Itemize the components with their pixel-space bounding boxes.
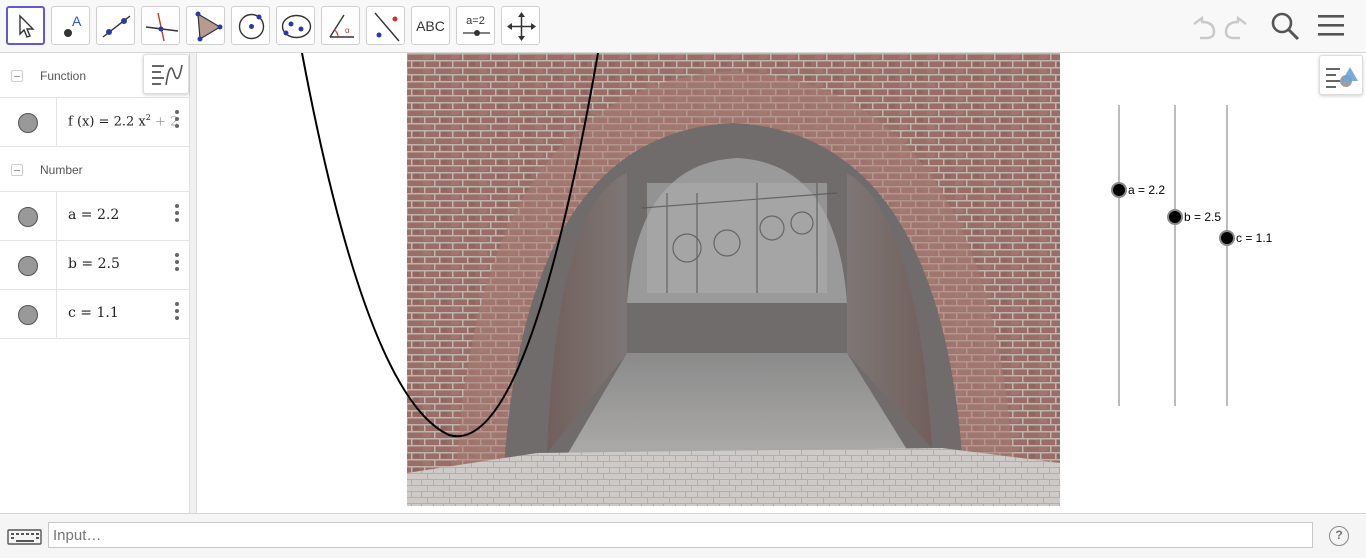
more-options-icon[interactable]: [174, 204, 180, 226]
algebra-view: Function f (x) = 2.2 x2 + 2.5 x Number a…: [0, 53, 190, 558]
text-tool-button[interactable]: ABC: [411, 6, 450, 45]
graph-style-icon: [152, 64, 183, 86]
cursor-arrow-icon: [19, 14, 35, 38]
visibility-toggle-f[interactable]: [0, 98, 57, 146]
text-icon: ABC: [416, 17, 445, 34]
move-tool-button[interactable]: [6, 6, 45, 45]
visibility-dot-icon: [18, 305, 38, 325]
visibility-toggle-b[interactable]: [0, 241, 57, 289]
category-function-label: Function: [40, 69, 87, 83]
move-view-icon: [507, 12, 536, 41]
visibility-dot-icon: [18, 207, 38, 227]
reflect-tool-button[interactable]: [366, 6, 405, 45]
keyboard-icon: [7, 529, 42, 545]
help-icon[interactable]: ?: [1329, 526, 1349, 546]
visibility-toggle-c[interactable]: [0, 290, 57, 338]
more-options-icon[interactable]: [174, 302, 180, 324]
polygon-icon: [195, 11, 223, 42]
number-c-expression[interactable]: c = 1.1: [68, 305, 178, 321]
visibility-dot-icon: [18, 256, 38, 276]
point-icon: A: [64, 13, 82, 37]
graphics-view[interactable]: a = 2.2 b = 2.5 c = 1.1: [197, 53, 1366, 513]
geogebra-app: A α ABC a=2 Function f (x) = 2.2 x2 + 2 …: [0, 0, 1366, 558]
style-bar-icon: [1326, 67, 1358, 88]
function-equals: =: [94, 114, 114, 130]
category-number-label: Number: [40, 163, 83, 177]
collapse-number-button[interactable]: [11, 164, 23, 176]
number-b-expression[interactable]: b = 2.5: [68, 256, 178, 272]
search-button[interactable]: [1267, 8, 1303, 44]
slider-b-handle[interactable]: [1167, 209, 1183, 225]
point-tool-letter: A: [72, 13, 82, 29]
redo-icon: [1224, 15, 1247, 40]
slider-c-handle[interactable]: [1219, 230, 1235, 246]
redo-button[interactable]: [1220, 8, 1256, 44]
algebra-row-function-f[interactable]: f (x) = 2.2 x2 + 2.5 x: [0, 98, 190, 147]
svg-text:α: α: [345, 26, 350, 35]
menu-icon: [1318, 15, 1344, 36]
input-bar: ?: [0, 513, 1366, 558]
perpendicular-line-icon: [145, 12, 179, 42]
ellipse-icon: [281, 14, 312, 39]
background-image-brick-archway: [407, 53, 1060, 506]
algebra-row-c[interactable]: c = 1.1: [0, 290, 190, 339]
keyboard-button[interactable]: [0, 522, 48, 550]
circle-icon: [238, 13, 265, 40]
visibility-toggle-a[interactable]: [0, 192, 57, 240]
algebra-input-field[interactable]: [48, 522, 1313, 548]
line-icon: [102, 15, 131, 38]
sliders-layer: a = 2.2 b = 2.5 c = 1.1: [1111, 105, 1273, 406]
search-icon: [1271, 12, 1300, 41]
point-tool-button[interactable]: A: [51, 6, 90, 45]
toolbar: A α ABC a=2: [0, 0, 1366, 53]
ellipse-tool-button[interactable]: [276, 6, 315, 45]
slider-tool-button[interactable]: a=2: [456, 6, 495, 45]
function-f-expression[interactable]: f (x) = 2.2 x2 + 2.5 x: [68, 113, 178, 129]
angle-icon: α: [329, 14, 354, 38]
slider-icon: [463, 30, 490, 36]
function-lhs: f (x): [68, 114, 95, 130]
move-graphics-view-tool-button[interactable]: [501, 6, 540, 45]
function-term1: 2.2 x: [113, 114, 146, 130]
slider-a-label: a = 2.2: [1128, 183, 1165, 197]
angle-tool-button[interactable]: α: [321, 6, 360, 45]
graphics-style-bar-button[interactable]: [1319, 55, 1363, 95]
perpendicular-line-tool-button[interactable]: [141, 6, 180, 45]
algebra-row-a[interactable]: a = 2.2: [0, 192, 190, 241]
slider-a-handle[interactable]: [1111, 182, 1127, 198]
polygon-tool-button[interactable]: [186, 6, 225, 45]
main-menu-button[interactable]: [1314, 8, 1350, 44]
more-options-icon[interactable]: [174, 253, 180, 275]
view-splitter[interactable]: [190, 53, 197, 513]
algebra-style-bar-button[interactable]: [143, 54, 189, 94]
undo-icon: [1193, 15, 1216, 40]
algebra-row-b[interactable]: b = 2.5: [0, 241, 190, 290]
more-options-icon[interactable]: [174, 110, 180, 132]
line-tool-button[interactable]: [96, 6, 135, 45]
number-a-expression[interactable]: a = 2.2: [68, 207, 178, 223]
visibility-dot-icon: [18, 113, 38, 133]
slider-c-label: c = 1.1: [1236, 231, 1273, 245]
undo-button[interactable]: [1184, 8, 1220, 44]
graphics-canvas: a = 2.2 b = 2.5 c = 1.1: [301, 53, 1273, 506]
reflect-icon: [374, 12, 400, 42]
category-number: Number: [0, 147, 190, 192]
circle-tool-button[interactable]: [231, 6, 270, 45]
slider-b-label: b = 2.5: [1184, 210, 1221, 224]
collapse-function-button[interactable]: [11, 70, 23, 82]
